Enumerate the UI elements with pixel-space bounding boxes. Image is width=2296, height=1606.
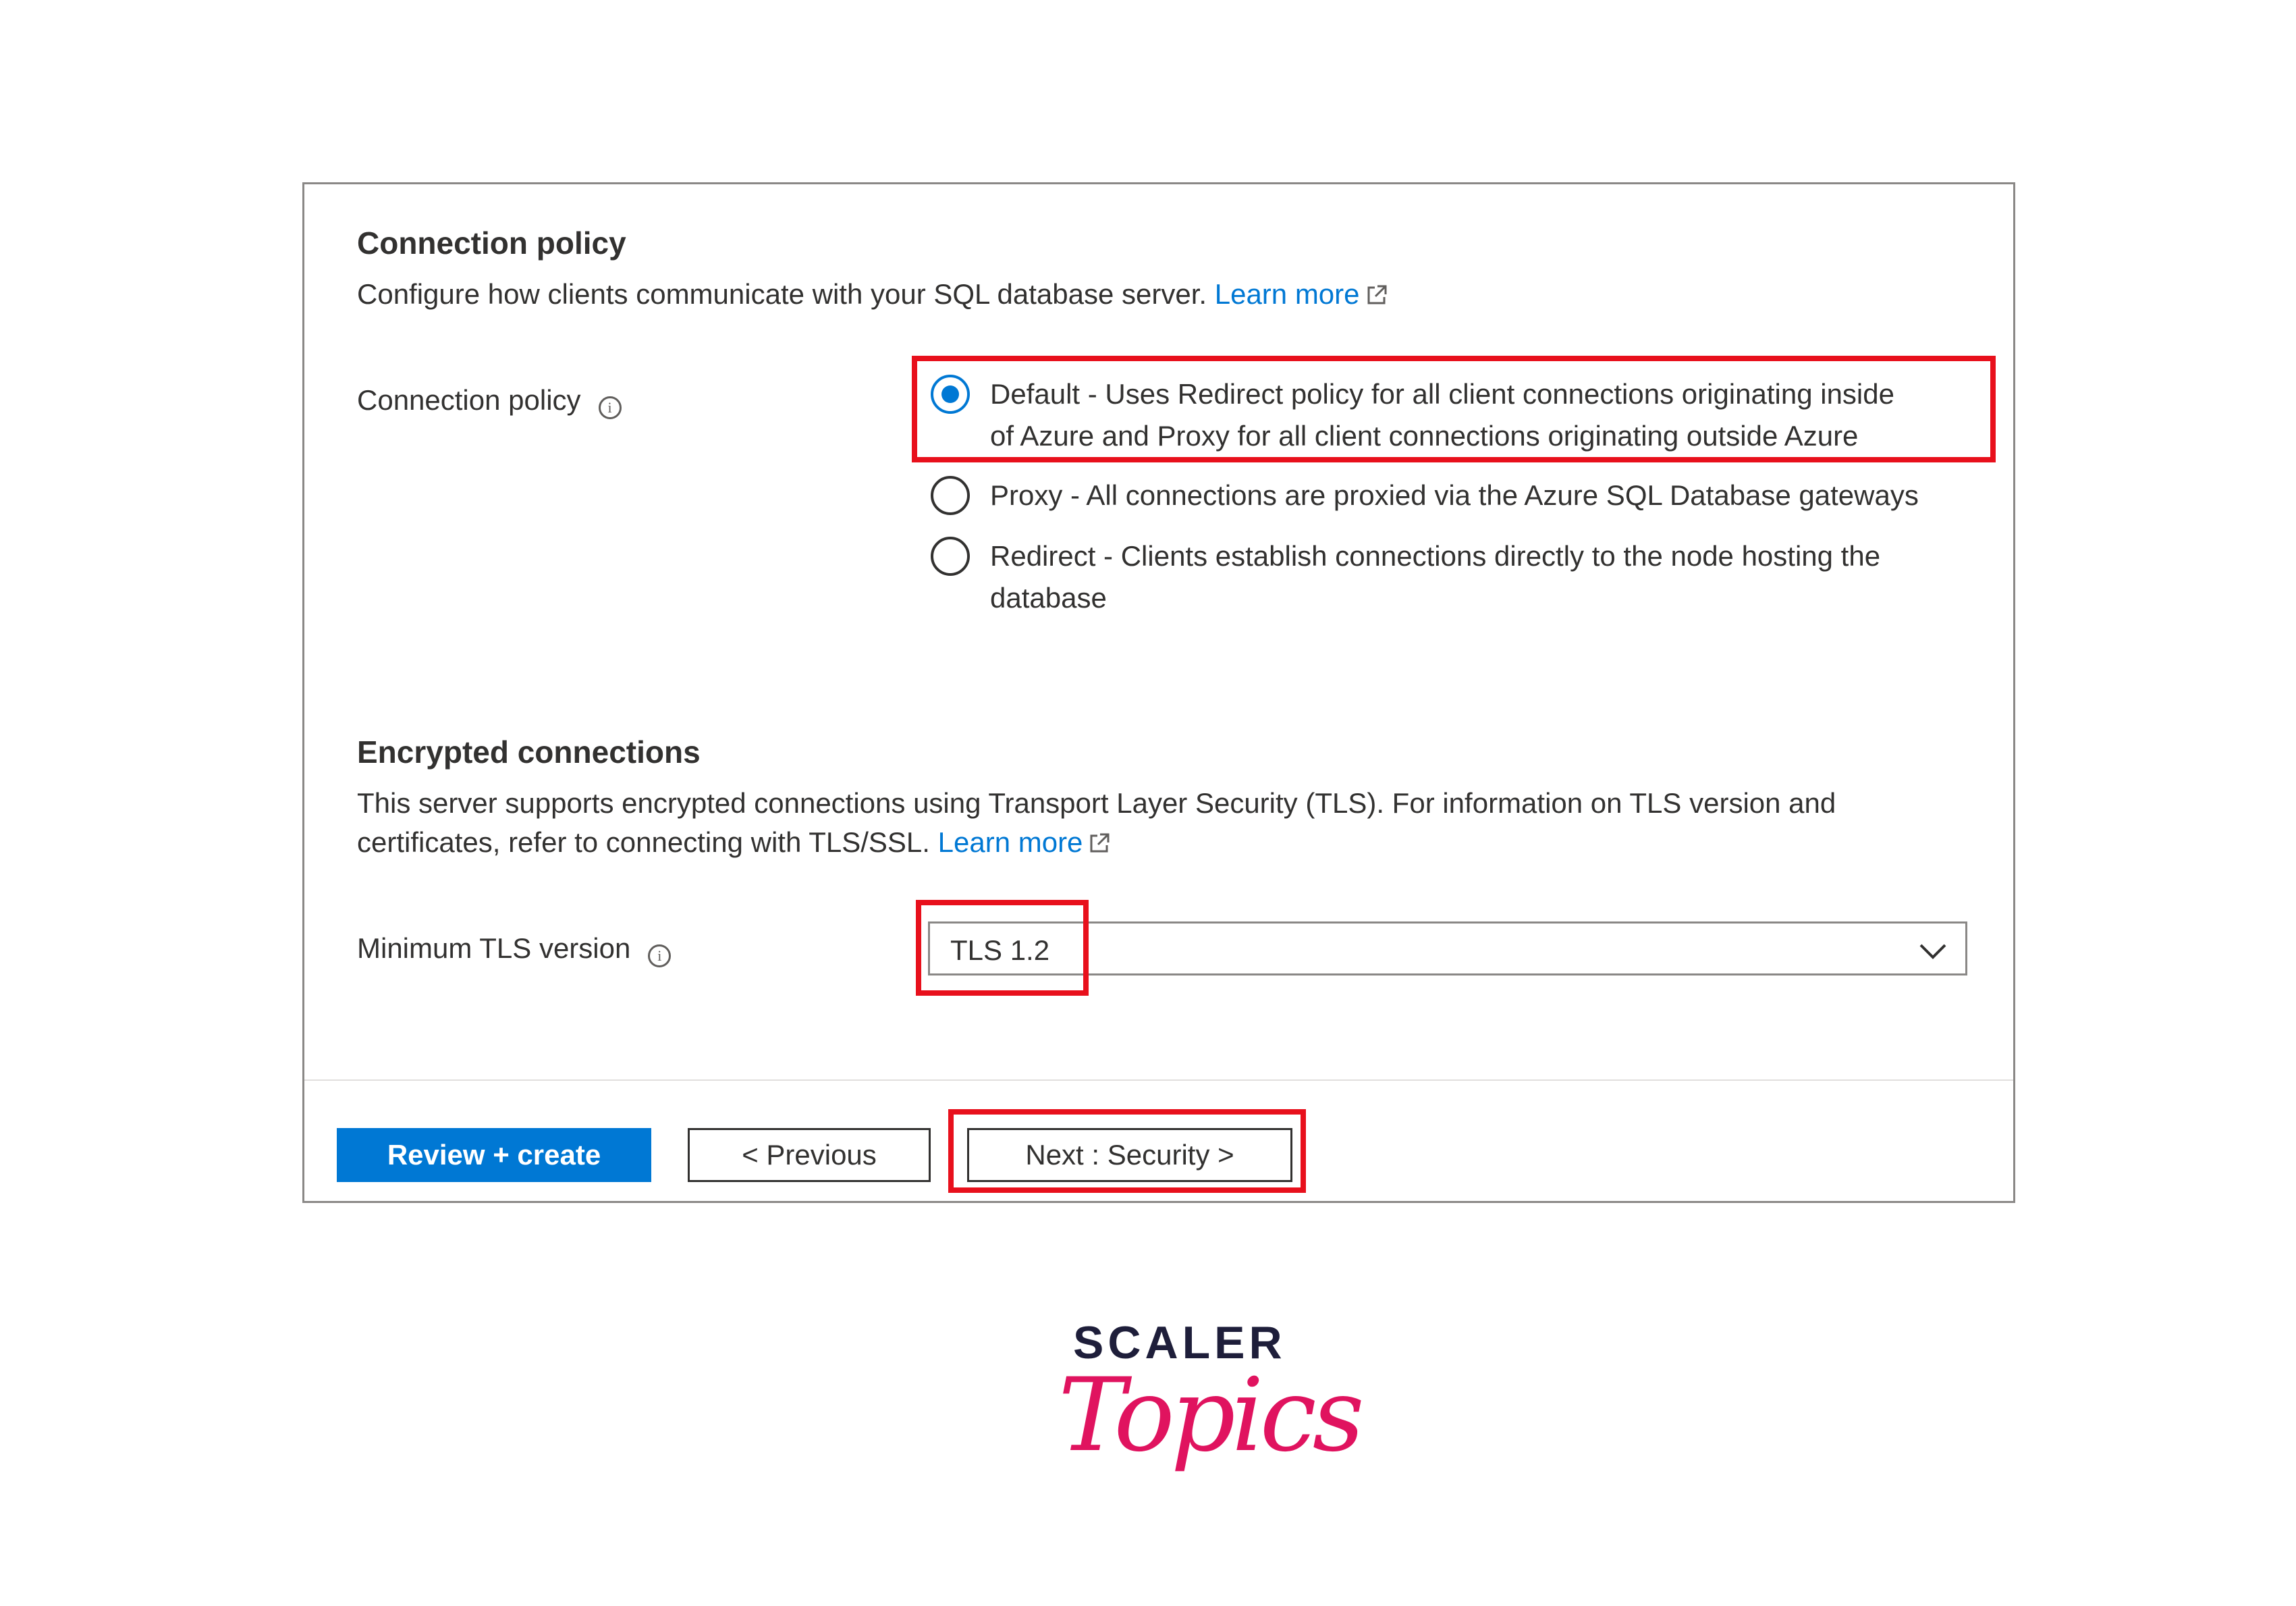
connection-policy-heading: Connection policy <box>357 225 626 261</box>
highlight-box-tls-version <box>916 900 1089 996</box>
connection-policy-label: Connection policy i <box>357 384 622 419</box>
connection-learn-more-link[interactable]: Learn more <box>1215 278 1388 310</box>
review-create-button[interactable]: Review + create <box>337 1128 651 1182</box>
encrypted-description-line2: certificates, refer to connecting with T… <box>357 823 1836 862</box>
connection-settings-panel: Connection policy Configure how clients … <box>302 182 2015 1203</box>
radio-button-redirect[interactable] <box>931 537 970 576</box>
connection-description-text: Configure how clients communicate with y… <box>357 278 1207 310</box>
info-icon[interactable]: i <box>598 396 622 419</box>
radio-option-proxy[interactable]: Proxy - All connections are proxied via … <box>931 475 1919 516</box>
radio-option-redirect-line2: database <box>990 582 1107 614</box>
radio-button-proxy[interactable] <box>931 476 970 515</box>
highlight-box-next-button <box>948 1109 1306 1193</box>
connection-policy-description: Configure how clients communicate with y… <box>357 275 1388 314</box>
encrypted-description-line2-text: certificates, refer to connecting with T… <box>357 826 930 858</box>
encrypted-learn-more-text: Learn more <box>937 826 1083 858</box>
highlight-box-default-option <box>912 356 1996 462</box>
radio-option-redirect-line1: Redirect - Clients establish connections… <box>990 540 1881 572</box>
external-link-icon <box>1367 285 1387 304</box>
external-link-icon <box>1090 833 1110 853</box>
radio-option-redirect[interactable]: Redirect - Clients establish connections… <box>931 535 1880 619</box>
minimum-tls-label-text: Minimum TLS version <box>357 932 631 964</box>
scaler-topics-logo: SCALER Topics <box>1058 1316 1365 1492</box>
minimum-tls-label: Minimum TLS version i <box>357 932 672 967</box>
connection-learn-more-text: Learn more <box>1214 278 1360 310</box>
info-icon[interactable]: i <box>648 944 672 967</box>
radio-option-redirect-label: Redirect - Clients establish connections… <box>990 535 1880 619</box>
encrypted-learn-more-link[interactable]: Learn more <box>938 826 1112 858</box>
encrypted-connections-heading: Encrypted connections <box>357 734 701 770</box>
connection-policy-label-text: Connection policy <box>357 384 581 416</box>
footer-divider <box>304 1079 2013 1081</box>
previous-button[interactable]: < Previous <box>688 1128 931 1182</box>
encrypted-connections-description: This server supports encrypted connectio… <box>357 784 1836 862</box>
encrypted-description-line1: This server supports encrypted connectio… <box>357 787 1836 819</box>
logo-topics-text: Topics <box>1058 1357 1365 1474</box>
radio-option-proxy-label: Proxy - All connections are proxied via … <box>990 479 1919 511</box>
chevron-down-icon <box>1919 944 1946 959</box>
